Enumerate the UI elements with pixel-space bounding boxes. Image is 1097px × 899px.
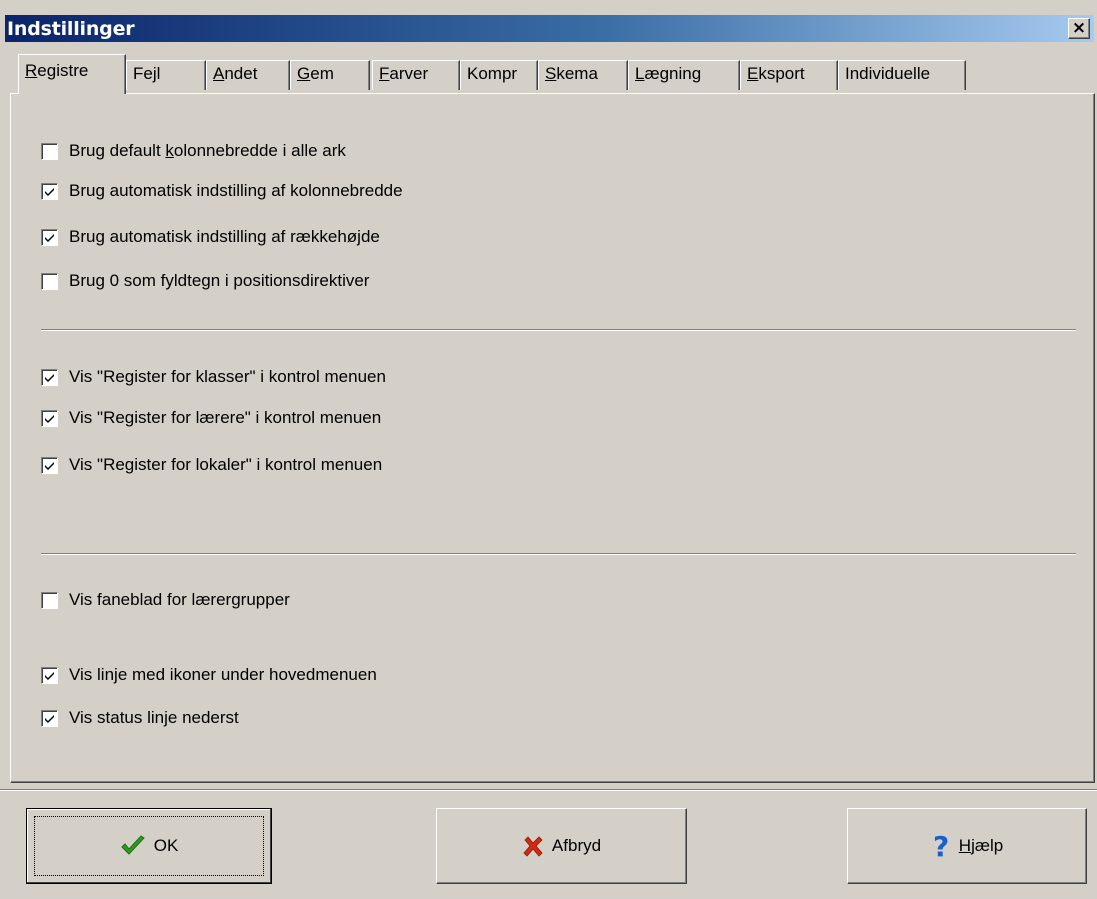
- checkbox-show-room-register[interactable]: Vis "Register for lokaler" i kontrol men…: [41, 454, 382, 476]
- checkbox-show-teacher-register[interactable]: Vis "Register for lærere" i kontrol menu…: [41, 407, 381, 429]
- title-bar[interactable]: Indstillinger ×: [5, 15, 1094, 42]
- tab-label: Skema: [545, 64, 598, 83]
- ok-button[interactable]: OK: [26, 808, 272, 884]
- checkbox-icon-toolbar[interactable]: Vis linje med ikoner under hovedmenuen: [41, 664, 377, 686]
- checkmark-icon: [45, 414, 54, 423]
- checkbox-show-class-register[interactable]: Vis "Register for klasser" i kontrol men…: [41, 366, 386, 388]
- checkbox-label: Brug automatisk indstilling af rækkehøjd…: [69, 227, 380, 246]
- tab-fejl[interactable]: Fejl: [126, 60, 206, 90]
- checkbox-label: Vis "Register for klasser" i kontrol men…: [69, 367, 386, 386]
- tab-label: Gem: [297, 64, 334, 83]
- checkbox-label: Vis "Register for lærere" i kontrol menu…: [69, 408, 382, 427]
- checkbox-box[interactable]: [41, 272, 58, 290]
- help-button[interactable]: ? Hjælp: [847, 808, 1087, 884]
- tab-label: Lægning: [635, 64, 702, 83]
- checkbox-box[interactable]: [41, 591, 58, 609]
- checkbox-box[interactable]: [41, 142, 58, 160]
- tab-label: Individuelle: [845, 64, 931, 83]
- checkbox-label: Brug automatisk indstilling af kolonnebr…: [69, 181, 403, 200]
- checkbox-box[interactable]: [41, 228, 58, 246]
- checkbox-auto-column-width[interactable]: Brug automatisk indstilling af kolonnebr…: [41, 180, 403, 202]
- tab-farver[interactable]: Farver: [372, 60, 460, 90]
- question-mark-icon: ?: [931, 832, 951, 860]
- checkbox-teacher-group-tab[interactable]: Vis faneblad for lærergrupper: [41, 589, 290, 611]
- tab-label: Fejl: [133, 64, 161, 83]
- close-icon: ×: [1071, 18, 1087, 38]
- checkbox-label: Vis linje med ikoner under hovedmenuen: [69, 665, 377, 684]
- close-button[interactable]: ×: [1068, 18, 1090, 39]
- tab-andet[interactable]: Andet: [206, 60, 290, 90]
- checkbox-box[interactable]: [41, 456, 58, 474]
- checkbox-label: Vis status linje nederst: [69, 708, 239, 727]
- tab-laegning[interactable]: Lægning: [628, 60, 740, 90]
- checkbox-zero-fill[interactable]: Brug 0 som fyldtegn i positionsdirektive…: [41, 270, 369, 292]
- tab-eksport[interactable]: Eksport: [740, 60, 838, 90]
- checkbox-box[interactable]: [41, 368, 58, 386]
- checkbox-box[interactable]: [41, 709, 58, 727]
- footer-separator: [0, 789, 1097, 791]
- separator: [41, 329, 1076, 331]
- focus-rect: [34, 816, 264, 876]
- tab-registre[interactable]: Registre: [18, 54, 126, 94]
- tab-label: Farver: [379, 64, 429, 83]
- tab-kompr[interactable]: Kompr: [460, 60, 538, 90]
- settings-dialog: Indstillinger × Registre Fejl Andet Gem Farv…: [0, 0, 1097, 899]
- tab-skema[interactable]: Skema: [538, 60, 628, 90]
- checkbox-default-column-width[interactable]: Brug default kolonnebredde i alle ark: [41, 140, 346, 162]
- tab-label: Registre: [25, 61, 89, 80]
- checkmark-icon: [45, 187, 54, 196]
- checkmark-icon: [45, 714, 54, 723]
- cancel-label: Afbryd: [551, 836, 602, 855]
- checkbox-box[interactable]: [41, 666, 58, 684]
- checkbox-label: Brug default kolonnebredde i alle ark: [69, 141, 346, 160]
- tab-label: Andet: [213, 64, 258, 83]
- checkbox-label: Brug 0 som fyldtegn i positionsdirektive…: [69, 271, 370, 290]
- checkmark-icon: [45, 671, 54, 680]
- cross-icon: [522, 835, 544, 857]
- cancel-button[interactable]: Afbryd: [436, 808, 687, 884]
- help-label: Hjælp: [958, 836, 1004, 855]
- checkbox-box[interactable]: [41, 182, 58, 200]
- tab-individuelle[interactable]: Individuelle: [838, 60, 966, 90]
- checkmark-icon: [45, 373, 54, 382]
- checkbox-label: Vis "Register for lokaler" i kontrol men…: [69, 455, 383, 474]
- checkbox-label: Vis faneblad for lærergrupper: [69, 590, 290, 609]
- checkmark-icon: [45, 461, 54, 470]
- window-title: Indstillinger: [7, 18, 135, 40]
- tab-label: Kompr: [467, 64, 518, 83]
- tab-label: Eksport: [747, 64, 805, 83]
- checkbox-auto-row-height[interactable]: Brug automatisk indstilling af rækkehøjd…: [41, 226, 380, 248]
- tab-gem[interactable]: Gem: [290, 60, 370, 90]
- tab-strip: Registre Fejl Andet Gem Farver Kompr Skema Lægn…: [10, 52, 1090, 94]
- svg-text:?: ?: [933, 832, 949, 860]
- checkbox-box[interactable]: [41, 409, 58, 427]
- checkmark-icon: [45, 233, 54, 242]
- checkbox-status-bar[interactable]: Vis status linje nederst: [41, 707, 239, 729]
- tab-panel-registre: Brug default kolonnebredde i alle ark Br…: [10, 93, 1095, 783]
- separator: [41, 553, 1076, 555]
